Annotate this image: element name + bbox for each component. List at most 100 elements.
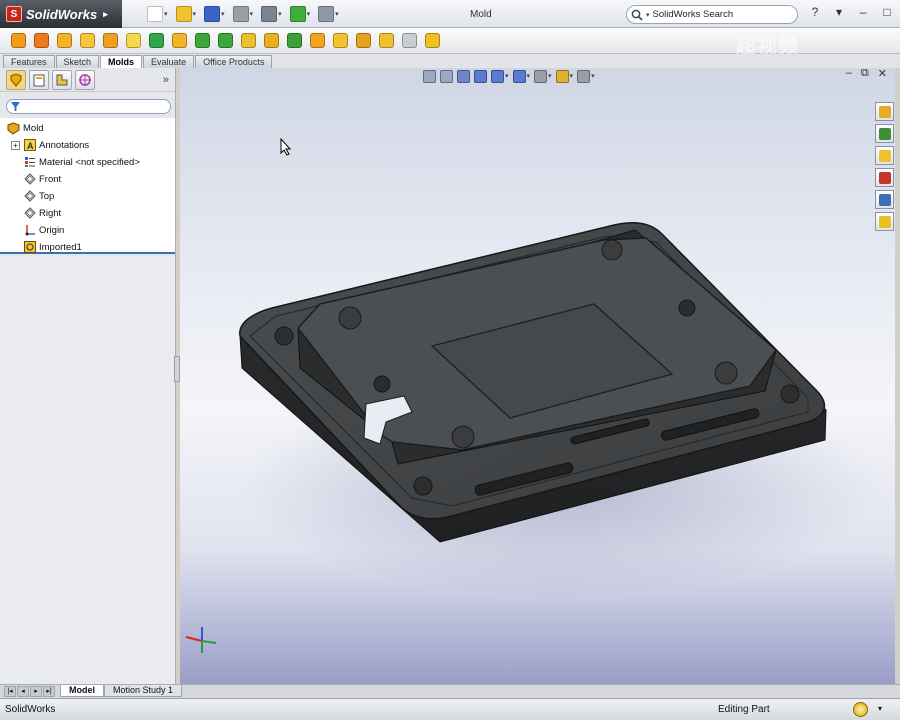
- mold-tool-icon: [355, 33, 371, 48]
- mold-tool-button[interactable]: [399, 31, 419, 51]
- tree-item-front[interactable]: Front: [23, 171, 61, 187]
- last-tab-icon[interactable]: ▸|: [43, 686, 55, 697]
- configuration-manager-tab[interactable]: [52, 69, 72, 90]
- dropdown-arrow-icon[interactable]: ▾: [335, 10, 339, 18]
- mold-tool-button[interactable]: [31, 31, 51, 51]
- next-tab-icon[interactable]: ▸: [30, 686, 42, 697]
- feature-manager-tab[interactable]: [6, 69, 26, 90]
- mold-tool-icon: [10, 33, 26, 48]
- mold-tool-icon: [401, 33, 417, 48]
- tab-office-products[interactable]: Office Products: [195, 55, 273, 68]
- dropdown-arrow-icon[interactable]: ▾: [164, 10, 168, 18]
- open-folder-button[interactable]: ▾: [175, 4, 198, 24]
- tab-evaluate[interactable]: Evaluate: [143, 55, 195, 68]
- graphics-area[interactable]: ▾ ▾ ▾ ▾ ▾ – ⧉ ✕: [180, 68, 895, 684]
- status-dropdown-icon[interactable]: ▾: [878, 704, 882, 713]
- mold-tool-button[interactable]: [284, 31, 304, 51]
- search-icon: [631, 9, 643, 21]
- mold-tool-button[interactable]: [353, 31, 373, 51]
- expand-icon[interactable]: +: [11, 141, 20, 150]
- tab-model[interactable]: Model: [60, 685, 104, 697]
- tree-item-imported1[interactable]: Imported1: [23, 239, 82, 255]
- mold-tool-button[interactable]: [422, 31, 442, 51]
- rebuild-status-icon[interactable]: [853, 702, 868, 717]
- mold-tool-button[interactable]: [192, 31, 212, 51]
- feature-manager-icon: [10, 72, 22, 87]
- tree-filter[interactable]: [6, 99, 171, 114]
- mold-part-model[interactable]: [180, 68, 895, 684]
- quick-access-toolbar: ▾ ▾ ▾ ▾ ▾ ▾ ▾: [146, 4, 340, 24]
- model-tabs-bar: |◂ ◂ ▸ ▸| Model Motion Study 1: [0, 684, 900, 698]
- new-document-button[interactable]: ▾: [146, 4, 169, 24]
- mold-tool-icon: [378, 33, 394, 48]
- tree-item-right[interactable]: Right: [23, 205, 61, 221]
- annotations-icon: A: [23, 139, 36, 152]
- mold-tool-button[interactable]: [261, 31, 281, 51]
- tree-item-label: Top: [39, 190, 55, 202]
- boss: [451, 425, 475, 449]
- mold-tool-button[interactable]: [146, 31, 166, 51]
- prev-tab-icon[interactable]: ◂: [17, 686, 29, 697]
- mold-tool-button[interactable]: [215, 31, 235, 51]
- options-button[interactable]: ▾: [317, 4, 340, 24]
- search-dropdown-icon[interactable]: ▾: [646, 11, 650, 19]
- mold-tool-icon: [424, 33, 440, 48]
- tree-item-top[interactable]: Top: [23, 188, 54, 204]
- dropdown-arrow-icon[interactable]: ▾: [307, 10, 311, 18]
- mold-tool-button[interactable]: [77, 31, 97, 51]
- maximize-icon[interactable]: □: [880, 5, 894, 19]
- solidworks-menu-button[interactable]: S SolidWorks ▸: [0, 0, 122, 28]
- open-folder-icon: [175, 6, 192, 22]
- property-manager-icon: [33, 74, 45, 86]
- mold-tool-button[interactable]: [54, 31, 74, 51]
- first-tab-icon[interactable]: |◂: [4, 686, 16, 697]
- tab-molds[interactable]: Molds: [100, 55, 143, 68]
- mold-tool-button[interactable]: [169, 31, 189, 51]
- dropdown-arrow-icon[interactable]: ▾: [278, 10, 282, 18]
- dropdown-arrow-icon[interactable]: ▾: [250, 10, 254, 18]
- keyhole-slot: [373, 375, 391, 393]
- dim-xpert-icon: [79, 73, 91, 86]
- corner-hole: [780, 384, 800, 404]
- tab-motion-study-1[interactable]: Motion Study 1: [104, 685, 183, 697]
- mold-tool-button[interactable]: [376, 31, 396, 51]
- menu-arrow-icon: ▸: [103, 8, 108, 19]
- save-icon: [204, 6, 221, 22]
- keyhole-slot: [678, 299, 696, 317]
- tree-root[interactable]: Mold: [7, 120, 44, 136]
- mold-tool-button[interactable]: [238, 31, 258, 51]
- imported-body-icon: [23, 241, 36, 254]
- print-button[interactable]: ▾: [232, 4, 255, 24]
- mold-tool-icon: [33, 33, 49, 48]
- save-button[interactable]: ▾: [203, 4, 226, 24]
- reference-triad-icon: [185, 627, 217, 653]
- solidworks-search[interactable]: ▾ SolidWorks Search: [626, 5, 798, 24]
- tree-item-label: Right: [39, 207, 62, 219]
- help-dropdown-icon[interactable]: ▾: [832, 5, 846, 19]
- new-document-icon: [147, 6, 163, 22]
- panel-expand-icon[interactable]: »: [163, 74, 169, 86]
- tree-item-annotations[interactable]: A Annotations: [23, 137, 89, 153]
- dim-xpert-tab[interactable]: [75, 69, 95, 90]
- minimize-icon[interactable]: –: [856, 5, 870, 19]
- mold-tool-icon: [102, 33, 118, 48]
- rebuild-button[interactable]: ▾: [289, 4, 312, 24]
- tree-item-material[interactable]: Material <not specified>: [23, 154, 140, 170]
- undo-button[interactable]: ▾: [260, 4, 283, 24]
- dropdown-arrow-icon[interactable]: ▾: [221, 10, 225, 18]
- mold-tool-button[interactable]: [330, 31, 350, 51]
- mold-tool-button[interactable]: [100, 31, 120, 51]
- help-icon[interactable]: ?: [808, 5, 822, 19]
- mouse-pointer-icon: [280, 138, 292, 156]
- property-manager-tab[interactable]: [29, 69, 49, 90]
- mold-tool-icon: [171, 33, 187, 48]
- tab-features[interactable]: Features: [3, 55, 55, 68]
- solidworks-logo-icon: S: [6, 6, 22, 22]
- tree-item-origin[interactable]: Origin: [23, 222, 64, 238]
- mold-tool-icon: [240, 33, 256, 48]
- dropdown-arrow-icon[interactable]: ▾: [193, 10, 197, 18]
- tab-sketch[interactable]: Sketch: [55, 55, 100, 68]
- mold-tool-button[interactable]: [123, 31, 143, 51]
- mold-tool-button[interactable]: [307, 31, 327, 51]
- mold-tool-button[interactable]: [8, 31, 28, 51]
